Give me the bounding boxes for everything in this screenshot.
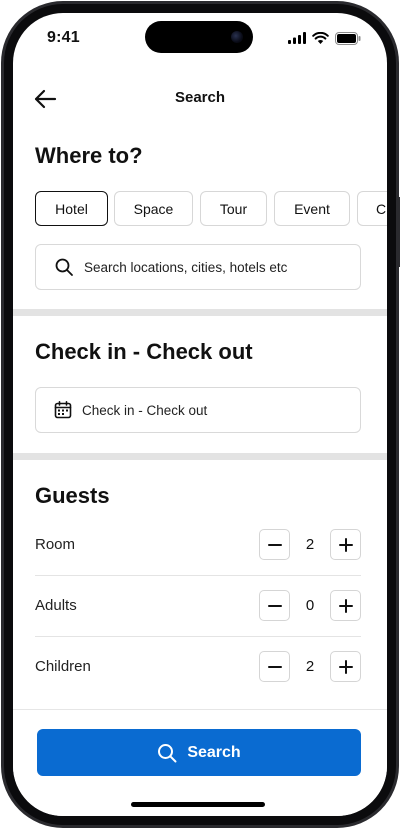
phone-frame: 9:41 Search Where to? Hotel Space Tour E… (1, 1, 400, 828)
phone-bezel: 9:41 Search Where to? Hotel Space Tour E… (4, 4, 396, 825)
camera-icon (231, 31, 243, 43)
plus-icon (338, 598, 353, 613)
screen: 9:41 Search Where to? Hotel Space Tour E… (13, 13, 387, 816)
dates-title: Check in - Check out (35, 339, 253, 364)
page-title: Search (174, 89, 226, 106)
where-title: Where to? (35, 143, 143, 168)
minus-icon (267, 665, 282, 668)
calendar-icon (54, 401, 72, 419)
home-indicator (131, 802, 265, 807)
header: Search (13, 79, 387, 119)
status-time: 9:41 (47, 29, 80, 46)
children-count: 2 (305, 658, 315, 675)
location-search-input[interactable]: Search locations, cities, hotels etc (35, 244, 361, 290)
search-icon (55, 258, 73, 276)
location-search-placeholder: Search locations, cities, hotels etc (84, 259, 288, 275)
chip-hotel[interactable]: Hotel (35, 191, 108, 226)
search-button[interactable]: Search (37, 729, 361, 776)
dynamic-island (145, 21, 253, 53)
signal-icon (288, 32, 306, 44)
chip-event[interactable]: Event (274, 191, 350, 226)
date-range-label: Check in - Check out (82, 402, 208, 418)
section-divider (13, 309, 387, 316)
room-count: 2 (305, 536, 315, 553)
adults-count: 0 (305, 597, 315, 614)
chip-tour[interactable]: Tour (200, 191, 267, 226)
guest-row-label: Adults (35, 597, 77, 614)
chip-more[interactable]: C (357, 191, 387, 226)
adults-increment-button[interactable] (330, 590, 361, 621)
guests-title: Guests (35, 483, 110, 508)
guest-row-room: Room 2 (35, 515, 361, 576)
search-button-label: Search (187, 743, 241, 761)
children-stepper: 2 (259, 651, 361, 683)
section-divider (13, 453, 387, 460)
room-decrement-button[interactable] (259, 529, 290, 560)
room-stepper: 2 (259, 529, 361, 561)
date-range-field[interactable]: Check in - Check out (35, 387, 361, 433)
room-increment-button[interactable] (330, 529, 361, 560)
minus-icon (267, 604, 282, 607)
guest-row-adults: Adults 0 (35, 576, 361, 637)
plus-icon (338, 659, 353, 674)
bottom-action-bar: Search (13, 709, 387, 816)
status-icons (288, 31, 361, 45)
plus-icon (338, 537, 353, 552)
adults-decrement-button[interactable] (259, 590, 290, 621)
guest-row-label: Room (35, 536, 76, 553)
chip-space[interactable]: Space (114, 191, 193, 226)
wifi-icon (312, 32, 329, 44)
children-decrement-button[interactable] (259, 651, 290, 682)
search-icon (158, 743, 177, 762)
minus-icon (267, 543, 282, 546)
children-increment-button[interactable] (330, 651, 361, 682)
status-bar: 9:41 (13, 13, 387, 63)
guest-row-children: Children 2 (35, 637, 361, 698)
adults-stepper: 0 (259, 590, 361, 622)
battery-icon (335, 31, 361, 45)
guest-row-label: Children (35, 658, 91, 675)
category-chips: Hotel Space Tour Event C (35, 191, 387, 227)
